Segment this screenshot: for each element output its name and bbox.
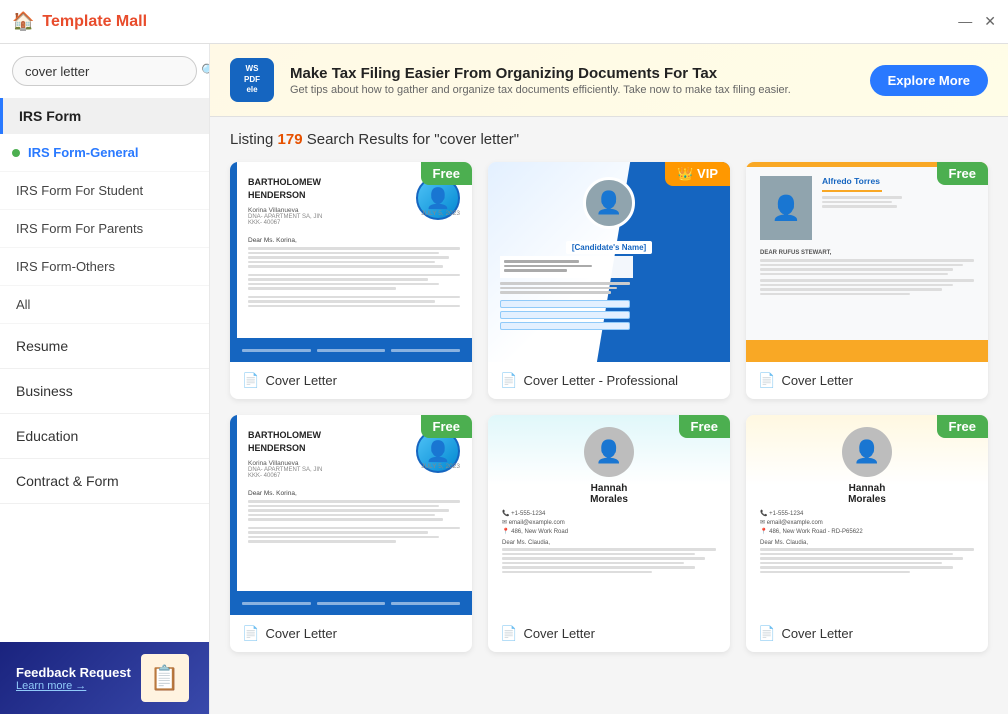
sidebar-section-irs[interactable]: IRS Form bbox=[0, 98, 209, 134]
main-layout: 🔍 IRS Form IRS Form-General IRS Form For… bbox=[0, 44, 1008, 714]
sidebar: 🔍 IRS Form IRS Form-General IRS Form For… bbox=[0, 44, 210, 714]
badge-free-4: Free bbox=[421, 415, 472, 438]
sidebar-item-irs-general[interactable]: IRS Form-General bbox=[0, 134, 209, 172]
search-input[interactable] bbox=[25, 64, 201, 79]
card-preview-2: 👤 [Candidate's Name] bbox=[488, 162, 730, 362]
sidebar-item-irs-student[interactable]: IRS Form For Student bbox=[0, 172, 209, 210]
sidebar-item-irs-parents[interactable]: IRS Form For Parents bbox=[0, 210, 209, 248]
template-card-2[interactable]: 👤 [Candidate's Name] bbox=[488, 162, 730, 399]
doc-icon-1: 📄 bbox=[242, 372, 259, 389]
explore-more-button[interactable]: Explore More bbox=[870, 65, 988, 96]
doc-icon-3: 📄 bbox=[758, 372, 775, 389]
card-title-3: Cover Letter bbox=[781, 373, 853, 388]
card-title-4: Cover Letter bbox=[265, 626, 337, 641]
card-footer-5: 📄 Cover Letter bbox=[488, 615, 730, 652]
badge-free-6: Free bbox=[937, 415, 988, 438]
doc-icon-2: 📄 bbox=[500, 372, 517, 389]
template-card-5[interactable]: 👤 Hannah Morales 📞 +1-555-1234 ✉ email@e… bbox=[488, 415, 730, 652]
template-card-3[interactable]: 👤 Alfredo Torres DEAR RUFUS STEWART, bbox=[746, 162, 988, 399]
home-icon[interactable]: 🏠 bbox=[12, 11, 34, 32]
title-bar: 🏠 Template Mall — ✕ bbox=[0, 0, 1008, 44]
feedback-banner[interactable]: Feedback Request Learn more → 📋 bbox=[0, 642, 209, 714]
ad-subtitle: Get tips about how to gather and organiz… bbox=[290, 84, 854, 96]
minimize-button[interactable]: — bbox=[958, 13, 972, 30]
card-footer-6: 📄 Cover Letter bbox=[746, 615, 988, 652]
ad-text: Make Tax Filing Easier From Organizing D… bbox=[290, 65, 854, 96]
sidebar-item-education[interactable]: Education bbox=[0, 414, 209, 459]
sidebar-item-all[interactable]: All bbox=[0, 286, 209, 324]
sidebar-item-resume[interactable]: Resume bbox=[0, 324, 209, 369]
card-preview-1: BARTHOLOMEWHENDERSON 👤 Korina Villanueva… bbox=[230, 162, 472, 362]
card-title-1: Cover Letter bbox=[265, 373, 337, 388]
ad-logo: WSPDFele bbox=[230, 58, 274, 102]
doc-icon-6: 📄 bbox=[758, 625, 775, 642]
close-button[interactable]: ✕ bbox=[984, 13, 996, 30]
ad-title: Make Tax Filing Easier From Organizing D… bbox=[290, 65, 854, 82]
card-title-6: Cover Letter bbox=[781, 626, 853, 641]
card-footer-3: 📄 Cover Letter bbox=[746, 362, 988, 399]
badge-free-5: Free bbox=[679, 415, 730, 438]
search-icon[interactable]: 🔍 bbox=[201, 63, 210, 79]
sidebar-item-business[interactable]: Business bbox=[0, 369, 209, 414]
template-grid: BARTHOLOMEWHENDERSON 👤 Korina Villanueva… bbox=[210, 162, 1008, 672]
active-indicator bbox=[12, 149, 20, 157]
window-controls: — ✕ bbox=[958, 13, 996, 30]
sidebar-item-contract-form[interactable]: Contract & Form bbox=[0, 459, 209, 504]
card-preview-5: 👤 Hannah Morales 📞 +1-555-1234 ✉ email@e… bbox=[488, 415, 730, 615]
card-footer-1: 📄 Cover Letter bbox=[230, 362, 472, 399]
card-title-5: Cover Letter bbox=[523, 626, 595, 641]
results-header: Listing 179 Search Results for "cover le… bbox=[210, 117, 1008, 162]
template-card-6[interactable]: 👤 Hannah Morales 📞 +1-555-1234 ✉ email@e… bbox=[746, 415, 988, 652]
ad-banner: WSPDFele Make Tax Filing Easier From Org… bbox=[210, 44, 1008, 117]
template-card-1[interactable]: BARTHOLOMEWHENDERSON 👤 Korina Villanueva… bbox=[230, 162, 472, 399]
search-box[interactable]: 🔍 bbox=[12, 56, 197, 86]
card-title-2: Cover Letter - Professional bbox=[523, 373, 678, 388]
feedback-title: Feedback Request bbox=[16, 665, 131, 680]
app-title: Template Mall bbox=[42, 13, 147, 31]
content-area: WSPDFele Make Tax Filing Easier From Org… bbox=[210, 44, 1008, 714]
doc-icon-4: 📄 bbox=[242, 625, 259, 642]
card-footer-4: 📄 Cover Letter bbox=[230, 615, 472, 652]
card-preview-4: BARTHOLOMEWHENDERSON 👤 Korina Villanueva… bbox=[230, 415, 472, 615]
badge-free-3: Free bbox=[937, 162, 988, 185]
title-bar-left: 🏠 Template Mall bbox=[12, 11, 147, 32]
badge-vip-2: 👑 VIP bbox=[665, 162, 730, 186]
doc-icon-5: 📄 bbox=[500, 625, 517, 642]
badge-free-1: Free bbox=[421, 162, 472, 185]
template-card-4[interactable]: BARTHOLOMEWHENDERSON 👤 Korina Villanueva… bbox=[230, 415, 472, 652]
card-footer-2: 📄 Cover Letter - Professional bbox=[488, 362, 730, 399]
feedback-survey-icon: 📋 bbox=[141, 654, 189, 702]
card-preview-6: 👤 Hannah Morales 📞 +1-555-1234 ✉ email@e… bbox=[746, 415, 988, 615]
sidebar-item-irs-others[interactable]: IRS Form-Others bbox=[0, 248, 209, 286]
feedback-link[interactable]: Learn more → bbox=[16, 680, 131, 692]
card-preview-3: 👤 Alfredo Torres DEAR RUFUS STEWART, bbox=[746, 162, 988, 362]
